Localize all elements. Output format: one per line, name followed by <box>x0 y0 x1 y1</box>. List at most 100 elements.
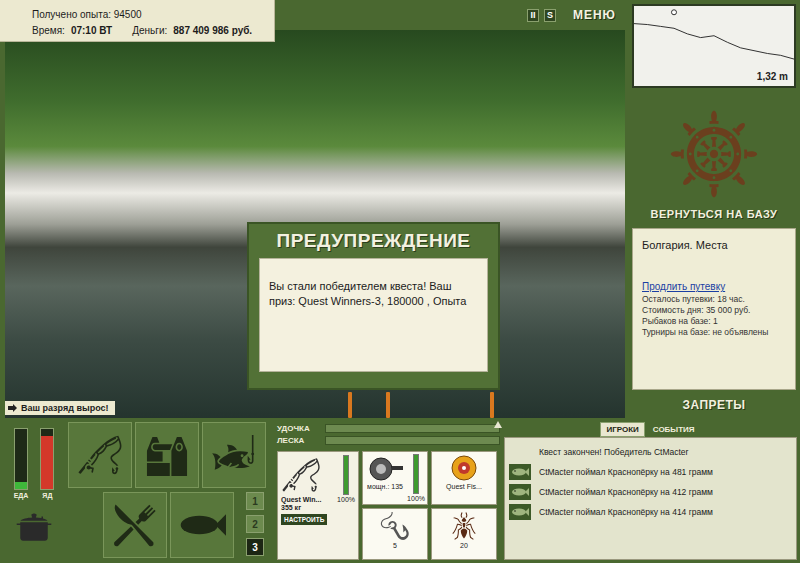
return-label: ВЕРНУТЬСЯ НА БАЗУ <box>651 208 778 220</box>
tension-track <box>325 436 500 445</box>
condition-text: 100% <box>407 495 425 502</box>
time-money: Время:07:10 ВТДеньги:887 409 986 руб. <box>32 25 264 36</box>
top-button[interactable]: S <box>544 9 556 22</box>
rod-holder[interactable] <box>386 392 390 418</box>
meter-label: ЕДА <box>14 492 29 499</box>
location-panel: Болгария. МестаПродлить путевкуОсталось … <box>632 228 796 390</box>
rod-holder[interactable] <box>490 392 494 418</box>
top-button[interactable]: II <box>527 9 539 22</box>
bait-cell[interactable]: 20 <box>431 508 497 560</box>
chat-tabs: ИГРОКИСОБЫТИЯ <box>504 422 797 437</box>
tension-row: ЛЕСКА <box>277 436 500 445</box>
reel-condition: 100% <box>407 454 425 502</box>
rod-info: Quest Win...355 кгНАСТРОИТЬ <box>281 455 337 556</box>
catch-tile[interactable] <box>170 492 234 558</box>
chat-message: Квест закончен! Победитель CtMacter <box>509 444 792 460</box>
fish-badge <box>509 484 531 500</box>
fish-badge <box>509 464 531 480</box>
arrow-icon <box>8 404 17 412</box>
line-name: Quest Fis... <box>446 483 482 490</box>
dialog-message: Вы стали победителем квеста! Ваш приз: Q… <box>259 258 488 372</box>
extend-link[interactable]: Продлить путевку <box>642 281 786 292</box>
tension-marker <box>494 421 502 428</box>
tile-row <box>68 422 273 488</box>
tile-row: 1 2 3 <box>68 492 273 558</box>
float-marker <box>672 10 677 15</box>
time-label: Время: <box>32 25 65 36</box>
upper-area: Получено опыта: 94500 Время: 07:10 ВТ Деньг… <box>0 0 800 418</box>
action-tiles: 1 2 3 <box>68 418 273 563</box>
line-cell[interactable]: Quest Fis... <box>431 451 497 505</box>
tension-row: УДОЧКА <box>277 424 500 433</box>
fish-icon <box>511 487 529 497</box>
tackle-box-tile[interactable] <box>135 422 199 488</box>
tension-track <box>325 424 500 433</box>
bait-count: 20 <box>460 542 468 549</box>
meter-track <box>40 428 54 490</box>
depth-line <box>634 24 794 59</box>
location-line: Осталось путевки: 18 час. <box>642 294 786 305</box>
location-line: Рыбаков на базе: 1 <box>642 316 786 327</box>
fish-badge <box>509 504 531 520</box>
meter-row: ЕДА ЯД <box>14 428 55 499</box>
reel-power: мощн.: 135 <box>367 483 403 490</box>
reel-cell[interactable]: мощн.: 135 100% <box>362 451 428 505</box>
ship-wheel-icon <box>668 108 760 200</box>
return-button[interactable]: ВЕРНУТЬСЯ НА БАЗУ <box>628 88 800 226</box>
rod-icon <box>281 455 321 495</box>
location-line: Турниры на базе: не объявлены <box>642 327 786 338</box>
fisherman-tile[interactable] <box>202 422 266 488</box>
menu-button[interactable]: МЕНЮ <box>573 8 616 22</box>
condition-fill <box>414 455 418 493</box>
fish-icon <box>511 507 529 517</box>
bans-button[interactable]: ЗАПРЕТЫ <box>628 392 800 418</box>
rod-slot[interactable]: 3 <box>246 538 264 556</box>
bottom-panel: ЕДА ЯД 1 2 3 УДОЧКА ЛЕСКА Quest Win...355 кгНАС… <box>0 418 800 563</box>
fisherman-icon <box>211 432 257 478</box>
hook-icon <box>380 511 410 541</box>
meter-label: ЯД <box>42 492 52 499</box>
message-text: CtMacter поймал Краснопёрку на 481 грамм <box>539 467 713 477</box>
line-main: Quest Fis... <box>434 454 494 502</box>
ant-icon <box>449 511 479 541</box>
rod-holder[interactable] <box>348 392 352 418</box>
rod-cell[interactable]: Quest Win...355 кгНАСТРОИТЬ100% <box>277 451 359 560</box>
line-spool-icon <box>448 454 480 482</box>
gear-area: Quest Win...355 кгНАСТРОИТЬ100%мощн.: 13… <box>277 451 500 560</box>
chat-message: CtMacter поймал Краснопёрку на 412 грамм <box>509 484 792 500</box>
condition-track <box>343 455 349 495</box>
reel-main: мощн.: 135 <box>365 454 405 502</box>
main-column: Получено опыта: 94500 Время: 07:10 ВТ Деньг… <box>0 0 628 418</box>
warning-dialog: ПРЕДУПРЕЖДЕНИЕВы стали победителем квест… <box>247 222 500 390</box>
hook-cell[interactable]: 5 <box>362 508 428 560</box>
food-tile[interactable] <box>103 492 167 558</box>
meter-fill <box>15 482 27 489</box>
chat-tab[interactable]: СОБЫТИЯ <box>647 422 701 437</box>
rod-slot[interactable]: 1 <box>246 492 264 510</box>
time-value: 07:10 ВТ <box>71 25 112 36</box>
money-label: Деньги: <box>132 25 167 36</box>
rod-slots: 1 2 3 <box>246 492 264 558</box>
gear-grid: мощн.: 135 100% Quest Fis... 5 20 <box>362 451 497 560</box>
experience: Получено опыта: 94500 <box>32 9 264 20</box>
meters: ЕДА ЯД <box>0 418 68 563</box>
condition-fill <box>344 456 348 494</box>
tackle-box-icon <box>144 432 190 478</box>
fishing-rod-icon <box>77 432 123 478</box>
rod-slot[interactable]: 2 <box>246 515 264 533</box>
chat-tab[interactable]: ИГРОКИ <box>600 422 644 437</box>
notice-text: Ваш разряд вырос! <box>21 403 109 413</box>
depth-panel: 1,32 m <box>632 4 796 88</box>
condition-track <box>413 454 419 494</box>
pot-icon[interactable] <box>12 505 56 549</box>
hook-count: 5 <box>393 542 397 549</box>
rod-tile[interactable] <box>68 422 132 488</box>
message-text: Квест закончен! Победитель CtMacter <box>539 447 688 457</box>
stats-panel: Получено опыта: 94500 Время: 07:10 ВТ Деньг… <box>0 0 275 42</box>
fishing-scene[interactable]: ПРЕДУПРЕЖДЕНИЕВы стали победителем квест… <box>5 30 625 418</box>
chat-message: CtMacter поймал Краснопёрку на 414 грамм <box>509 504 792 520</box>
fish-icon <box>511 467 529 477</box>
message-text: CtMacter поймал Краснопёрку на 414 грамм <box>539 507 713 517</box>
setup-button[interactable]: НАСТРОИТЬ <box>281 514 327 525</box>
chat-list: Квест закончен! Победитель CtMacter CtMac… <box>504 437 797 560</box>
